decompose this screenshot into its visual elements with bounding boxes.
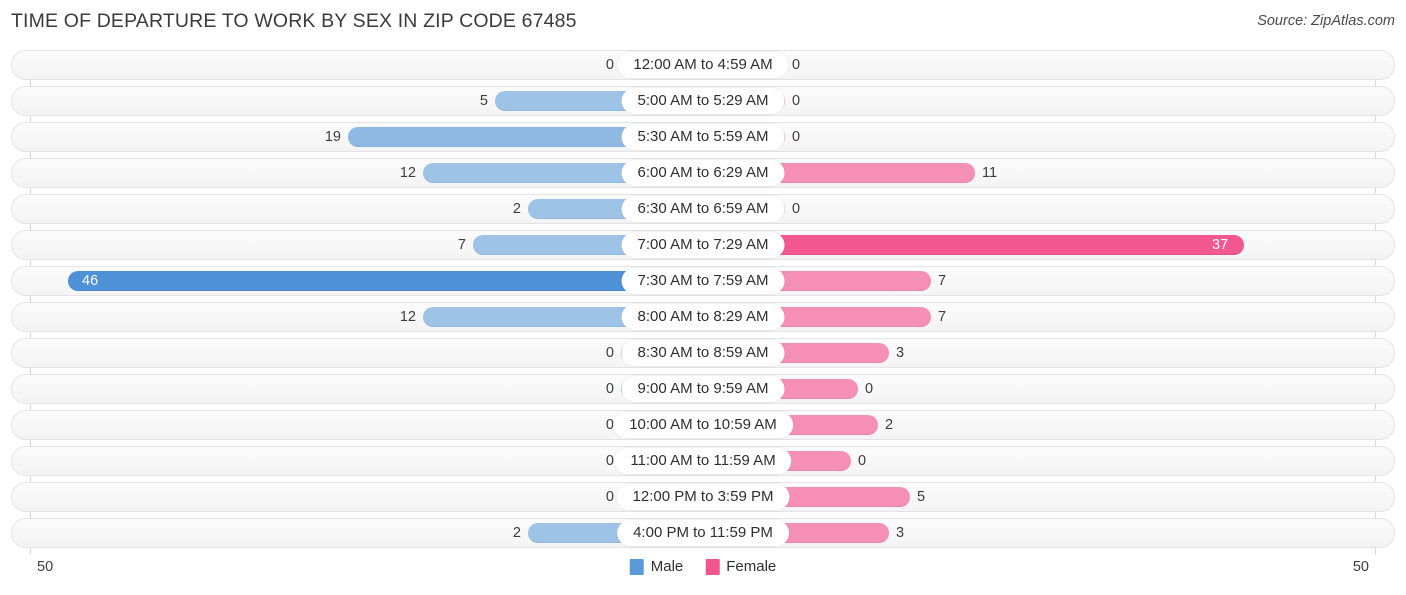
value-label-female: 11 [982,165,998,181]
value-label-male: 7 [457,237,466,253]
value-label-female: 0 [792,129,801,145]
bar-row: 0 0 12:00 AM to 4:59 AM [0,50,1406,80]
legend-item-male[interactable]: Male [629,558,684,575]
value-label-female: 0 [865,381,874,397]
axis-tick-left: 50 [37,559,54,575]
legend: Male Female [629,558,776,575]
bar-row: 2 3 4:00 PM to 11:59 PM [0,518,1406,548]
bar-row: 0 3 8:30 AM to 8:59 AM [0,338,1406,368]
legend-item-female[interactable]: Female [705,558,776,575]
category-label: 4:00 PM to 11:59 PM [617,520,789,546]
bar-row: 0 5 12:00 PM to 3:59 PM [0,482,1406,512]
category-label: 6:00 AM to 6:29 AM [621,160,785,186]
value-label-female: 0 [792,201,801,217]
value-label-female: 37 [1212,237,1229,253]
value-label-female: 0 [792,93,801,109]
category-label: 8:30 AM to 8:59 AM [621,340,785,366]
value-label-male: 46 [82,273,99,289]
value-label-female: 7 [938,273,947,289]
legend-label-male: Male [650,558,684,575]
category-label: 6:30 AM to 6:59 AM [621,196,785,222]
category-label: 7:00 AM to 7:29 AM [621,232,785,258]
value-label-female: 3 [896,525,905,541]
value-label-male: 12 [399,165,416,181]
value-label-male: 0 [605,57,614,73]
value-label-male: 2 [512,201,521,217]
category-label: 12:00 PM to 3:59 PM [616,484,790,510]
value-label-female: 7 [938,309,947,325]
category-label: 7:30 AM to 7:59 AM [621,268,785,294]
bar-row: 0 0 9:00 AM to 9:59 AM [0,374,1406,404]
value-label-male: 5 [479,93,488,109]
value-label-male: 0 [605,345,614,361]
chart-page: TIME OF DEPARTURE TO WORK BY SEX IN ZIP … [0,0,1406,595]
bar-row: 12 11 6:00 AM to 6:29 AM [0,158,1406,188]
category-label: 5:00 AM to 5:29 AM [621,88,785,114]
value-label-male: 0 [605,381,614,397]
value-label-female: 0 [792,57,801,73]
chart-header: TIME OF DEPARTURE TO WORK BY SEX IN ZIP … [0,0,1406,46]
value-label-male: 0 [605,489,614,505]
legend-label-female: Female [726,558,777,575]
bar-row: 5 0 5:00 AM to 5:29 AM [0,86,1406,116]
source-attribution: Source: ZipAtlas.com [1257,13,1395,29]
category-label: 10:00 AM to 10:59 AM [613,412,793,438]
bar-row: 0 0 11:00 AM to 11:59 AM [0,446,1406,476]
bar-rows: 0 0 12:00 AM to 4:59 AM 5 0 5:00 AM to 5:29 A… [0,50,1406,554]
plot-area: 0 0 12:00 AM to 4:59 AM 5 0 5:00 AM to 5:29 A… [0,50,1406,555]
value-label-female: 5 [917,489,926,505]
value-label-female: 2 [885,417,894,433]
value-label-male: 2 [512,525,521,541]
value-label-female: 3 [896,345,905,361]
category-label: 5:30 AM to 5:59 AM [621,124,785,150]
category-label: 11:00 AM to 11:59 AM [614,448,792,474]
bar-male[interactable] [68,271,703,291]
value-label-male: 19 [324,129,341,145]
legend-swatch-female-icon [705,558,720,575]
bar-row: 7 37 7:00 AM to 7:29 AM [0,230,1406,260]
bar-row: 0 2 10:00 AM to 10:59 AM [0,410,1406,440]
bar-row: 19 0 5:30 AM to 5:59 AM [0,122,1406,152]
category-label: 12:00 AM to 4:59 AM [617,52,789,78]
bar-row: 12 7 8:00 AM to 8:29 AM [0,302,1406,332]
chart-footer: 50 50 Male Female [0,555,1406,595]
value-label-male: 12 [399,309,416,325]
bar-row: 2 0 6:30 AM to 6:59 AM [0,194,1406,224]
axis-tick-right: 50 [1352,559,1369,575]
category-label: 9:00 AM to 9:59 AM [621,376,785,402]
value-label-male: 0 [605,453,614,469]
category-label: 8:00 AM to 8:29 AM [621,304,785,330]
bar-row: 46 7 7:30 AM to 7:59 AM [0,266,1406,296]
value-label-female: 0 [858,453,867,469]
legend-swatch-male-icon [629,558,644,575]
page-title: TIME OF DEPARTURE TO WORK BY SEX IN ZIP … [11,10,577,32]
